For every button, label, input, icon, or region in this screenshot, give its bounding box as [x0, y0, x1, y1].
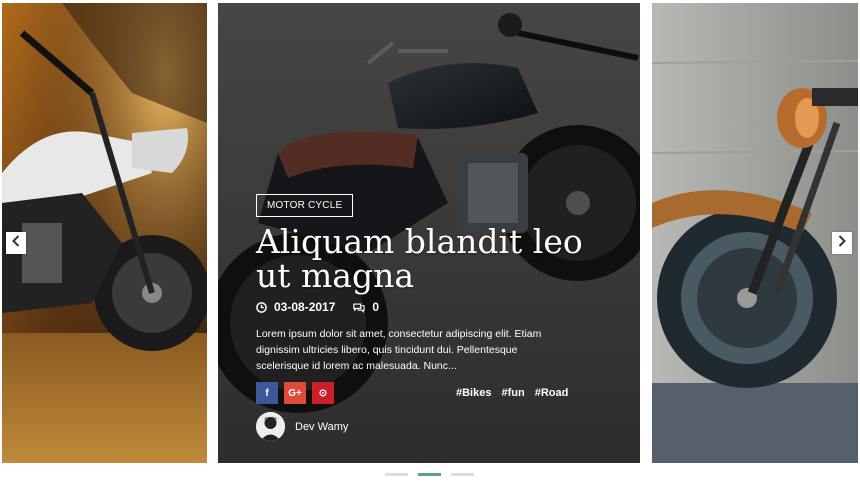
author-avatar — [256, 412, 285, 441]
chevron-right-icon — [838, 234, 846, 252]
post-tags: #Bikes #fun #Road — [456, 387, 568, 399]
share-buttons: f G+ ⊙ — [256, 382, 334, 404]
clock-icon — [256, 301, 267, 313]
next-slide-button[interactable] — [832, 232, 852, 254]
google-plus-icon: G+ — [288, 387, 302, 399]
slide-featured[interactable]: MOTOR CYCLE Aliquam blandit leo ut magna… — [218, 3, 640, 463]
post-date: 03-08-2017 — [274, 300, 336, 314]
pinterest-icon: ⊙ — [318, 387, 328, 399]
post-excerpt: Lorem ipsum dolor sit amet, consectetur … — [256, 328, 542, 372]
pagination-dot[interactable] — [385, 473, 408, 476]
post-meta: 03-08-2017 0 — [256, 300, 379, 314]
slider-pagination — [385, 473, 474, 476]
category-tag[interactable]: MOTOR CYCLE — [256, 194, 354, 217]
facebook-share-button[interactable]: f — [256, 382, 278, 404]
comments-icon — [353, 302, 366, 313]
google-plus-share-button[interactable]: G+ — [284, 382, 306, 404]
motorcycle-image-right — [652, 3, 858, 463]
post-author[interactable]: Dev Wamy — [256, 412, 348, 441]
chevron-left-icon — [12, 234, 20, 252]
slide-left[interactable] — [2, 3, 207, 463]
facebook-icon: f — [265, 387, 269, 399]
tag-link[interactable]: #Bikes — [456, 387, 491, 399]
motorcycle-image-left — [2, 3, 207, 463]
author-name[interactable]: Dev Wamy — [295, 421, 348, 433]
prev-slide-button[interactable] — [6, 232, 26, 254]
tag-link[interactable]: #Road — [535, 387, 569, 399]
slide-right[interactable] — [652, 3, 858, 463]
comment-count[interactable]: 0 — [372, 300, 379, 314]
pagination-dot-active[interactable] — [418, 473, 441, 476]
post-title[interactable]: Aliquam blandit leo ut magna — [256, 225, 616, 293]
pinterest-share-button[interactable]: ⊙ — [312, 382, 334, 404]
pagination-dot[interactable] — [451, 473, 474, 476]
tag-link[interactable]: #fun — [501, 387, 524, 399]
